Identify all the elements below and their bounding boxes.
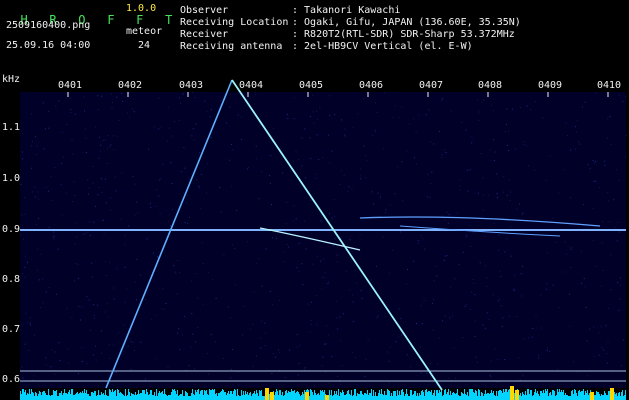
y-axis-unit: kHz [2,74,21,85]
time-tick-label: 0410 [597,80,622,91]
time-tick-label: 0405 [299,80,324,91]
y-tick-label: 0.8 [2,274,21,285]
spectrogram-background [20,92,626,388]
time-tick-label: 0409 [538,80,563,91]
spectrogram [20,79,627,400]
time-tick-label: 0402 [118,80,143,91]
y-tick-label: 1.1 [2,122,21,133]
y-tick-label: 1.0 [2,173,21,184]
time-tick-label: 0404 [239,80,264,91]
time-tick-label: 0408 [478,80,503,91]
signal-level-bar [20,386,626,400]
time-tick-label: 0401 [58,80,83,91]
y-tick-label: 0.9 [2,224,21,235]
time-tick-label: 0407 [419,80,444,91]
time-tick-label: 0403 [179,80,204,91]
y-tick-label: 0.7 [2,324,21,335]
time-tick-label: 0406 [359,80,384,91]
y-tick-label: 0.6 [2,374,21,385]
